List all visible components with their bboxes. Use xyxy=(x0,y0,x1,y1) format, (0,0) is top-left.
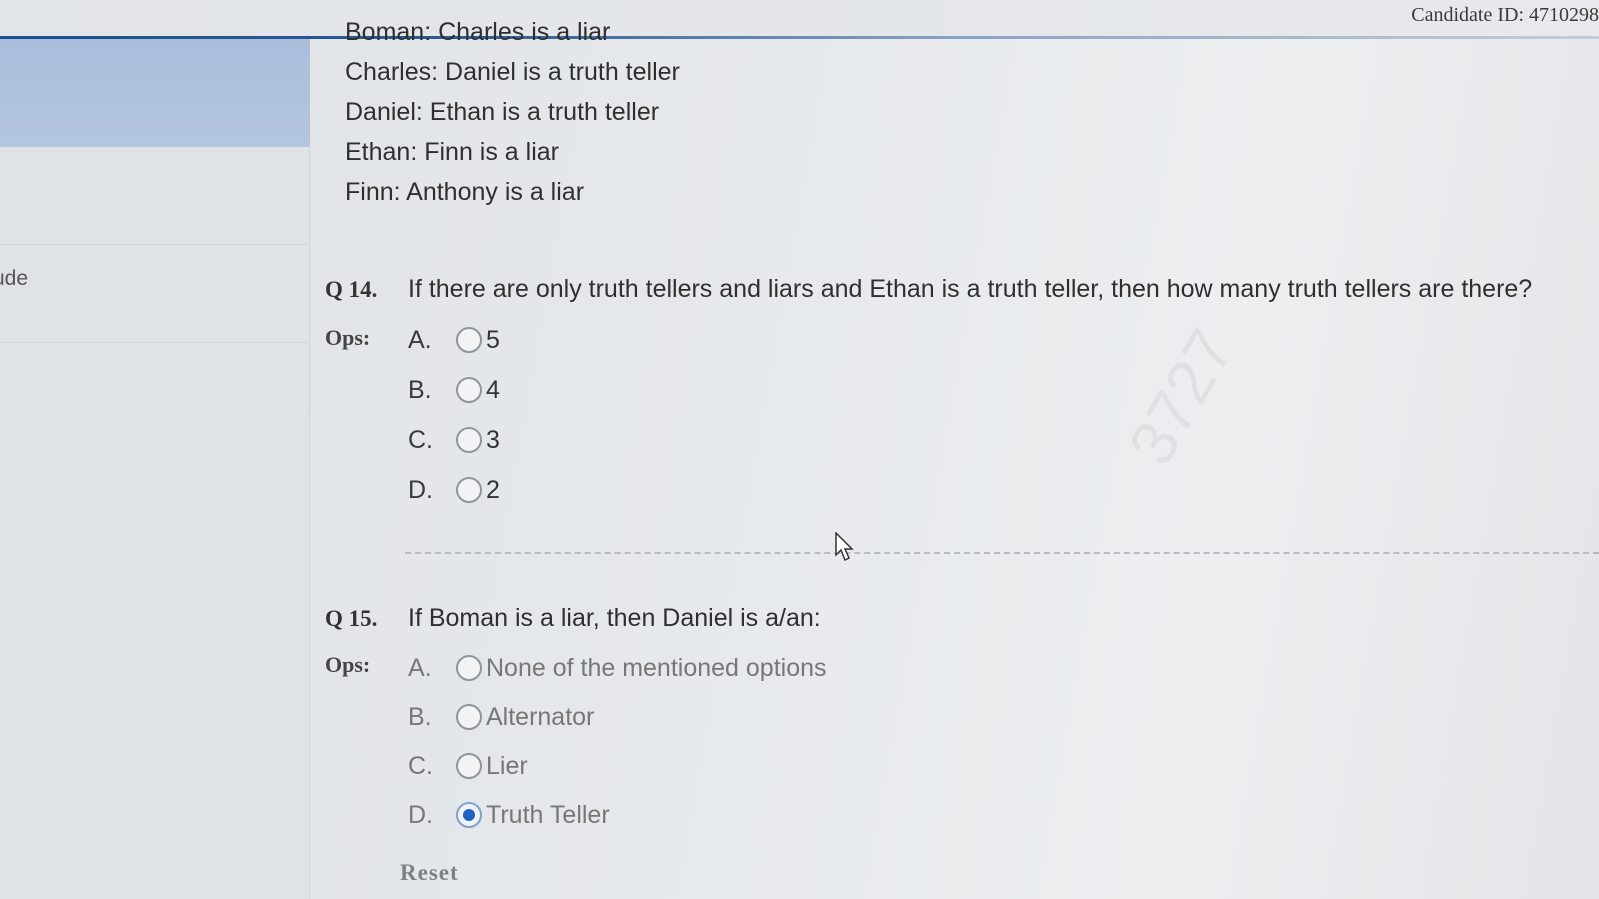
option-text[interactable]: 3 xyxy=(486,426,500,455)
option-b[interactable]: B. 4 xyxy=(408,370,500,410)
option-letter: A. xyxy=(408,653,432,682)
option-c[interactable]: C. Lier xyxy=(408,746,528,786)
candidate-id: Candidate ID: 4710298 xyxy=(1411,4,1599,26)
radio-button[interactable] xyxy=(456,477,482,503)
radio-button[interactable] xyxy=(456,655,482,681)
option-d[interactable]: D. Truth Teller xyxy=(408,795,610,835)
sidebar-divider xyxy=(0,342,310,343)
option-letter: C. xyxy=(408,751,433,780)
ops-label: Ops: xyxy=(325,325,371,350)
option-text[interactable]: Truth Teller xyxy=(486,801,610,830)
sidebar-divider xyxy=(0,244,310,245)
exam-window: Candidate ID: 4710298 ude 3727 Boman: Ch… xyxy=(0,0,1599,899)
option-letter: A. xyxy=(408,325,432,354)
option-text[interactable]: Lier xyxy=(486,752,528,781)
option-b[interactable]: B. Alternator xyxy=(408,697,594,737)
option-letter: D. xyxy=(408,800,433,829)
reset-button[interactable]: Reset xyxy=(400,860,459,886)
question-header: Q 15. If Boman is a liar, then Daniel is… xyxy=(325,604,1585,633)
radio-button[interactable] xyxy=(456,327,482,353)
sidebar-item-section[interactable]: ude xyxy=(0,261,310,297)
statement: Boman: Charles is a liar xyxy=(345,18,611,46)
question-text: If Boman is a liar, then Daniel is a/an: xyxy=(408,604,821,632)
option-a[interactable]: A. None of the mentioned options xyxy=(408,648,827,688)
question-divider xyxy=(405,552,1599,554)
option-text[interactable]: 4 xyxy=(486,376,500,405)
statement: Daniel: Ethan is a truth teller xyxy=(345,98,660,126)
ops-label: Ops: xyxy=(325,652,371,677)
question-14: Q 14. If there are only truth tellers an… xyxy=(325,275,1585,515)
option-d[interactable]: D. 2 xyxy=(408,470,500,510)
option-text[interactable]: None of the mentioned options xyxy=(486,654,827,683)
radio-button[interactable] xyxy=(456,377,482,403)
statement: Finn: Anthony is a liar xyxy=(345,178,585,206)
question-number: Q 15. xyxy=(325,606,378,631)
radio-button[interactable] xyxy=(456,753,482,779)
radio-button[interactable] xyxy=(456,427,482,453)
top-bar xyxy=(0,0,1599,36)
option-letter: C. xyxy=(408,425,433,454)
option-text[interactable]: 2 xyxy=(486,476,500,505)
sidebar: ude xyxy=(0,39,310,899)
statement: Charles: Daniel is a truth teller xyxy=(345,58,680,86)
question-number: Q 14. xyxy=(325,277,378,302)
option-text[interactable]: 5 xyxy=(486,326,500,355)
question-text: If there are only truth tellers and liar… xyxy=(408,275,1533,303)
puzzle-statements: Boman: Charles is a liar Charles: Daniel… xyxy=(345,12,680,212)
option-letter: B. xyxy=(408,702,432,731)
option-letter: D. xyxy=(408,475,433,504)
sidebar-item-active[interactable] xyxy=(0,39,310,147)
mouse-cursor-icon xyxy=(835,532,854,562)
radio-button[interactable] xyxy=(456,704,482,730)
option-a[interactable]: A. 5 xyxy=(408,320,500,360)
question-header: Q 14. If there are only truth tellers an… xyxy=(325,275,1585,304)
option-c[interactable]: C. 3 xyxy=(408,420,500,460)
option-letter: B. xyxy=(408,375,432,404)
question-15: Q 15. If Boman is a liar, then Daniel is… xyxy=(325,604,1585,844)
statement: Ethan: Finn is a liar xyxy=(345,138,559,166)
radio-button-selected[interactable] xyxy=(456,802,482,828)
option-text[interactable]: Alternator xyxy=(486,703,594,732)
